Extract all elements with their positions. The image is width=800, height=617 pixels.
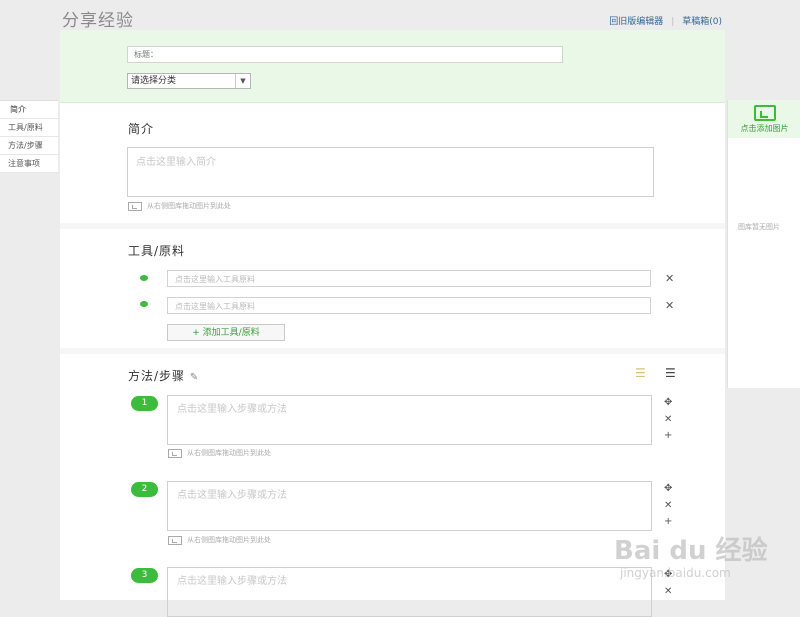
drafts-link[interactable]: 草稿箱(0)	[682, 17, 722, 27]
editor-main: 请选择分类 ▼ 简介 点击这里输入简介 从右侧图库拖动图片到此处 工具/原料 点…	[60, 30, 725, 617]
steps-section-title: 方法/步骤 ✎	[128, 367, 199, 384]
remove-tool-icon[interactable]: ✕	[665, 272, 674, 285]
steps-section-title-text: 方法/步骤	[128, 369, 186, 383]
title-input[interactable]	[127, 46, 563, 63]
intro-image-hint-text: 从右侧图库拖动图片到此处	[147, 202, 231, 210]
picture-icon	[128, 201, 142, 211]
tools-section-title: 工具/原料	[128, 244, 186, 258]
left-nav: 简介 工具/原料 方法/步骤 注意事项	[0, 100, 58, 173]
ordered-list-icon[interactable]: ☰	[635, 366, 646, 380]
step-number-badge: 1	[131, 396, 158, 411]
nav-item-notes[interactable]: 注意事项	[0, 155, 58, 173]
baidu-url-watermark: jingyan.baidu.com	[620, 566, 731, 580]
delete-step-icon[interactable]: ✕	[664, 500, 672, 511]
step-textarea[interactable]: 点击这里输入步骤或方法	[167, 567, 652, 617]
old-editor-link[interactable]: 回旧版编辑器	[609, 17, 663, 27]
baidu-logo-watermark: Bai du 经验	[614, 536, 768, 566]
step-image-hint: 从右侧图库拖动图片到此处	[168, 448, 271, 458]
step-textarea[interactable]: 点击这里输入步骤或方法	[167, 481, 652, 531]
nav-item-intro[interactable]: 简介	[0, 101, 58, 119]
step-image-hint-text: 从右侧图库拖动图片到此处	[187, 536, 271, 544]
category-selected-value: 请选择分类	[131, 76, 177, 86]
pencil-icon[interactable]: ✎	[190, 372, 199, 383]
bullet-dot	[140, 301, 148, 307]
intro-image-hint: 从右侧图库拖动图片到此处	[128, 201, 231, 211]
link-separator: |	[671, 17, 675, 27]
add-step-icon[interactable]: +	[664, 430, 672, 441]
chevron-down-icon[interactable]: ▼	[235, 74, 250, 88]
add-step-icon[interactable]: +	[664, 516, 672, 527]
step-image-hint: 从右侧图库拖动图片到此处	[168, 535, 271, 545]
add-tool-button[interactable]: + 添加工具/原料	[167, 324, 285, 341]
add-image-button[interactable]: 点击添加图片	[728, 100, 800, 138]
add-image-icon	[753, 105, 776, 121]
tool-input[interactable]: 点击这里输入工具原料	[167, 297, 651, 314]
intro-textarea[interactable]: 点击这里输入简介	[127, 147, 654, 197]
step-textarea[interactable]: 点击这里输入步骤或方法	[167, 395, 652, 445]
section-divider	[60, 223, 725, 229]
move-icon[interactable]: ✥	[664, 483, 672, 494]
bullet-dot	[140, 275, 148, 281]
image-library-panel: 点击添加图片 图库暂无图片	[727, 100, 800, 388]
move-icon[interactable]: ✥	[664, 397, 672, 408]
section-divider	[60, 348, 725, 354]
intro-section-title: 简介	[128, 122, 155, 136]
tool-input[interactable]: 点击这里输入工具原料	[167, 270, 651, 287]
step-number-badge: 2	[131, 482, 158, 497]
step-image-hint-text: 从右侧图库拖动图片到此处	[187, 449, 271, 457]
top-links: 回旧版编辑器 | 草稿箱(0)	[609, 14, 722, 27]
delete-step-icon[interactable]: ✕	[664, 586, 672, 597]
header-band: 请选择分类 ▼	[60, 30, 725, 103]
page-title: 分享经验	[62, 11, 134, 31]
remove-tool-icon[interactable]: ✕	[665, 299, 674, 312]
delete-step-icon[interactable]: ✕	[664, 414, 672, 425]
nav-item-tools[interactable]: 工具/原料	[0, 119, 58, 137]
no-image-text: 图库暂无图片	[738, 223, 780, 231]
nav-item-steps[interactable]: 方法/步骤	[0, 137, 58, 155]
category-select[interactable]: 请选择分类 ▼	[127, 73, 251, 89]
unordered-list-icon[interactable]: ☰	[665, 366, 676, 380]
picture-icon	[168, 448, 182, 458]
picture-icon	[168, 535, 182, 545]
add-image-label: 点击添加图片	[740, 124, 789, 133]
step-number-badge: 3	[131, 568, 158, 583]
